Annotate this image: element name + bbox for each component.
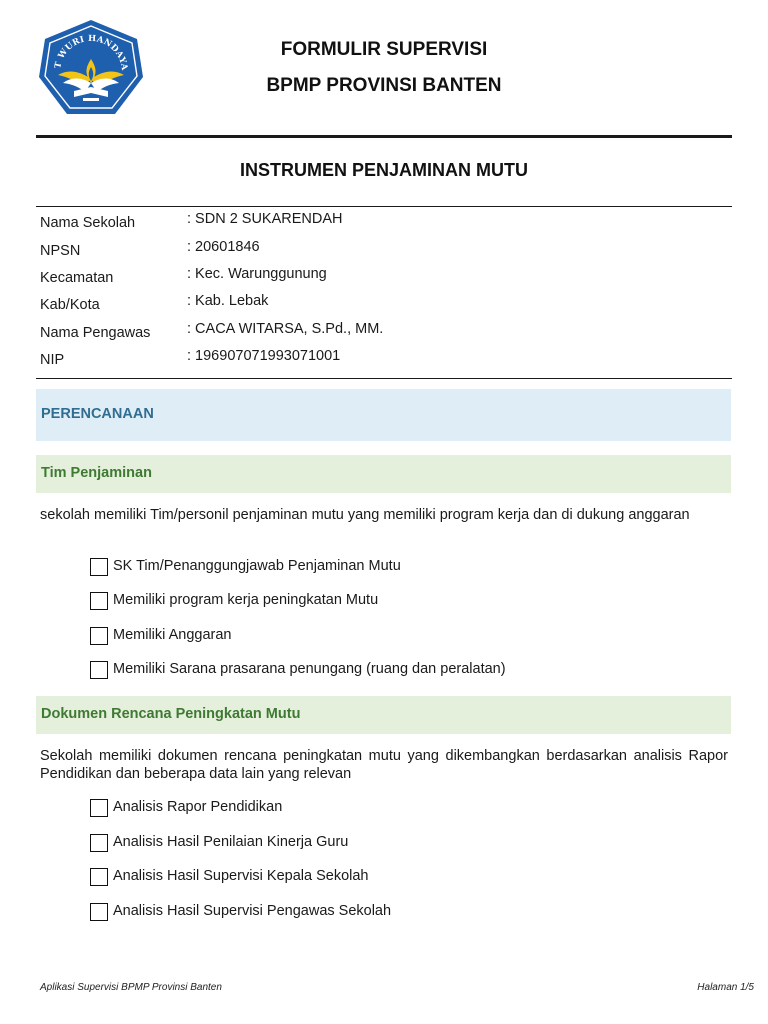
checkbox-label: Analisis Hasil Penilaian Kinerja Guru	[113, 834, 349, 850]
info-value: : CACA WITARSA, S.Pd., MM.	[187, 321, 384, 337]
footer-page-number: Halaman 1/5	[697, 982, 754, 993]
info-value: : 196907071993071001	[187, 348, 341, 364]
info-label: NIP	[40, 352, 65, 368]
form-title: FORMULIR SUPERVISI	[280, 39, 488, 60]
header-divider	[36, 135, 732, 138]
checkbox-label: Memiliki program kerja peningkatan Mutu	[113, 592, 379, 608]
institution-title: BPMP PROVINSI BANTEN	[266, 75, 502, 96]
subsection-title: Dokumen Rencana Peningkatan Mutu	[41, 706, 301, 722]
subsection-title: Tim Penjaminan	[41, 465, 152, 481]
info-label: NPSN	[40, 243, 81, 259]
subsection-description: sekolah memiliki Tim/personil penjaminan…	[40, 507, 690, 523]
checkbox[interactable]	[90, 592, 108, 610]
section-title: PERENCANAAN	[41, 406, 154, 422]
checkbox-label: SK Tim/Penanggungjawab Penjaminan Mutu	[113, 558, 401, 574]
checkbox-label: Analisis Hasil Supervisi Pengawas Sekola…	[113, 903, 392, 919]
info-value: : SDN 2 SUKARENDAH	[187, 211, 343, 227]
subsection-header-tim-penjaminan: Tim Penjaminan	[36, 455, 731, 493]
info-value: : Kab. Lebak	[187, 293, 269, 309]
tut-wuri-handayani-logo: TUT WURI HANDAYANI	[32, 10, 146, 123]
info-label: Kab/Kota	[40, 297, 100, 313]
info-label: Nama Pengawas	[40, 325, 151, 341]
checkbox[interactable]	[90, 661, 108, 679]
checkbox[interactable]	[90, 627, 108, 645]
info-label: Nama Sekolah	[40, 215, 136, 231]
checkbox[interactable]	[90, 903, 108, 921]
info-label: Kecamatan	[40, 270, 114, 286]
info-value: : Kec. Warunggunung	[187, 266, 327, 282]
checkbox-label: Memiliki Sarana prasarana penungang (rua…	[113, 661, 506, 677]
checkbox[interactable]	[90, 834, 108, 852]
info-value: : 20601846	[187, 239, 260, 255]
subsection-description: Sekolah memiliki dokumen rencana peningk…	[40, 748, 728, 782]
checkbox-label: Analisis Hasil Supervisi Kepala Sekolah	[113, 868, 369, 884]
checkbox[interactable]	[90, 868, 108, 886]
instrument-title: INSTRUMEN PENJAMINAN MUTU	[240, 160, 528, 180]
info-top-divider	[36, 206, 732, 207]
section-header-perencanaan: PERENCANAAN	[36, 389, 731, 441]
checkbox-label: Memiliki Anggaran	[113, 627, 232, 643]
subsection-header-dokumen-rencana: Dokumen Rencana Peningkatan Mutu	[36, 696, 731, 734]
checkbox[interactable]	[90, 558, 108, 576]
checkbox[interactable]	[90, 799, 108, 817]
info-bottom-divider	[36, 378, 732, 379]
checkbox-label: Analisis Rapor Pendidikan	[113, 799, 283, 815]
footer-app-name: Aplikasi Supervisi BPMP Provinsi Banten	[40, 982, 222, 993]
